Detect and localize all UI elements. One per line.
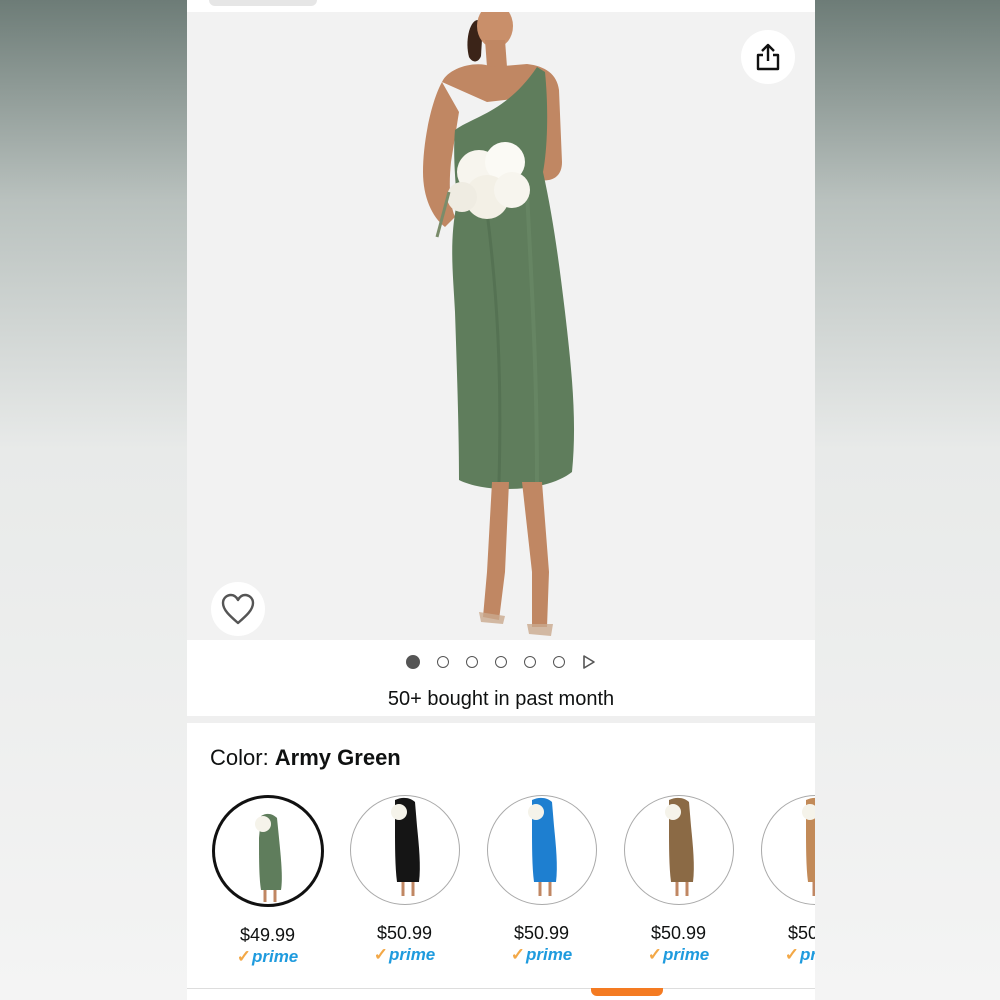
prime-badge: ✓prime (610, 945, 747, 965)
color-swatch-caramel[interactable]: $50.99 ✓prime (747, 795, 815, 965)
carousel-dot-5[interactable] (524, 656, 536, 668)
top-bar (187, 0, 815, 12)
heart-icon (221, 593, 255, 625)
product-image[interactable] (187, 12, 815, 640)
carousel-dot-3[interactable] (466, 656, 478, 668)
swatch-image[interactable] (211, 795, 324, 907)
section-divider (187, 716, 815, 723)
prime-badge: ✓prime (473, 945, 610, 965)
check-icon: ✓ (510, 945, 525, 964)
prime-label: prime (662, 945, 710, 964)
swatch-price: $50.99 (376, 923, 433, 943)
prime-badge: ✓prime (199, 947, 336, 967)
color-swatch-brown[interactable]: $50.99 ✓prime (610, 795, 747, 965)
carousel-dots[interactable] (187, 654, 815, 670)
carousel-dot-6[interactable] (553, 656, 565, 668)
swatch-dress-brown (664, 797, 694, 896)
check-icon: ✓ (373, 945, 388, 964)
share-icon (756, 43, 780, 71)
selected-color-name: Army Green (274, 745, 401, 770)
swatch-price: $50.99 (513, 923, 570, 943)
bought-count-text: 50+ bought in past month (387, 688, 615, 710)
swatch-dress-caramel (801, 797, 815, 896)
model-illustration (423, 12, 575, 636)
prime-badge: ✓prime (336, 945, 473, 965)
prime-label: prime (388, 945, 436, 964)
prime-label: prime (799, 945, 815, 964)
swatch-image[interactable] (486, 795, 597, 905)
prime-label: prime (251, 947, 299, 966)
color-swatch-army-green[interactable]: $49.99 ✓prime (199, 795, 336, 967)
color-swatch-blue[interactable]: $50.99 ✓prime (473, 795, 610, 965)
bottom-accent-indicator (591, 988, 663, 996)
share-button[interactable] (741, 30, 795, 84)
color-label: Color: Army Green (210, 745, 401, 771)
swatch-dress-army-green (254, 813, 282, 902)
check-icon: ✓ (236, 947, 251, 966)
prime-label: prime (525, 945, 573, 964)
swatch-dress-blue (527, 797, 557, 896)
top-tab-indicator (209, 0, 317, 6)
image-carousel-indicator: 50+ bought in past month (187, 640, 815, 716)
prime-badge: ✓prime (747, 945, 815, 965)
check-icon: ✓ (647, 945, 662, 964)
phone-screen: 50+ bought in past month Color: Army Gre… (187, 0, 815, 1000)
favorite-button[interactable] (211, 582, 265, 636)
swatch-image[interactable] (349, 795, 460, 905)
swatch-price: $50.99 (787, 923, 815, 943)
swatch-image[interactable] (760, 795, 815, 905)
carousel-dot-4[interactable] (495, 656, 507, 668)
swatch-image[interactable] (623, 795, 734, 905)
carousel-dot-2[interactable] (437, 656, 449, 668)
bottom-bar (187, 988, 815, 1000)
background-right (815, 0, 1000, 1000)
swatch-price: $50.99 (650, 923, 707, 943)
background-left (0, 0, 187, 1000)
check-icon: ✓ (784, 945, 799, 964)
color-label-prefix: Color: (210, 745, 275, 770)
color-selector: Color: Army Green $49.99 ✓prime $50.99 ✓… (187, 723, 815, 1000)
color-swatch-black[interactable]: $50.99 ✓prime (336, 795, 473, 965)
carousel-dot-1[interactable] (406, 655, 420, 669)
swatch-dress-black (390, 797, 420, 896)
play-icon[interactable] (582, 654, 596, 670)
swatch-price: $49.99 (239, 925, 296, 945)
